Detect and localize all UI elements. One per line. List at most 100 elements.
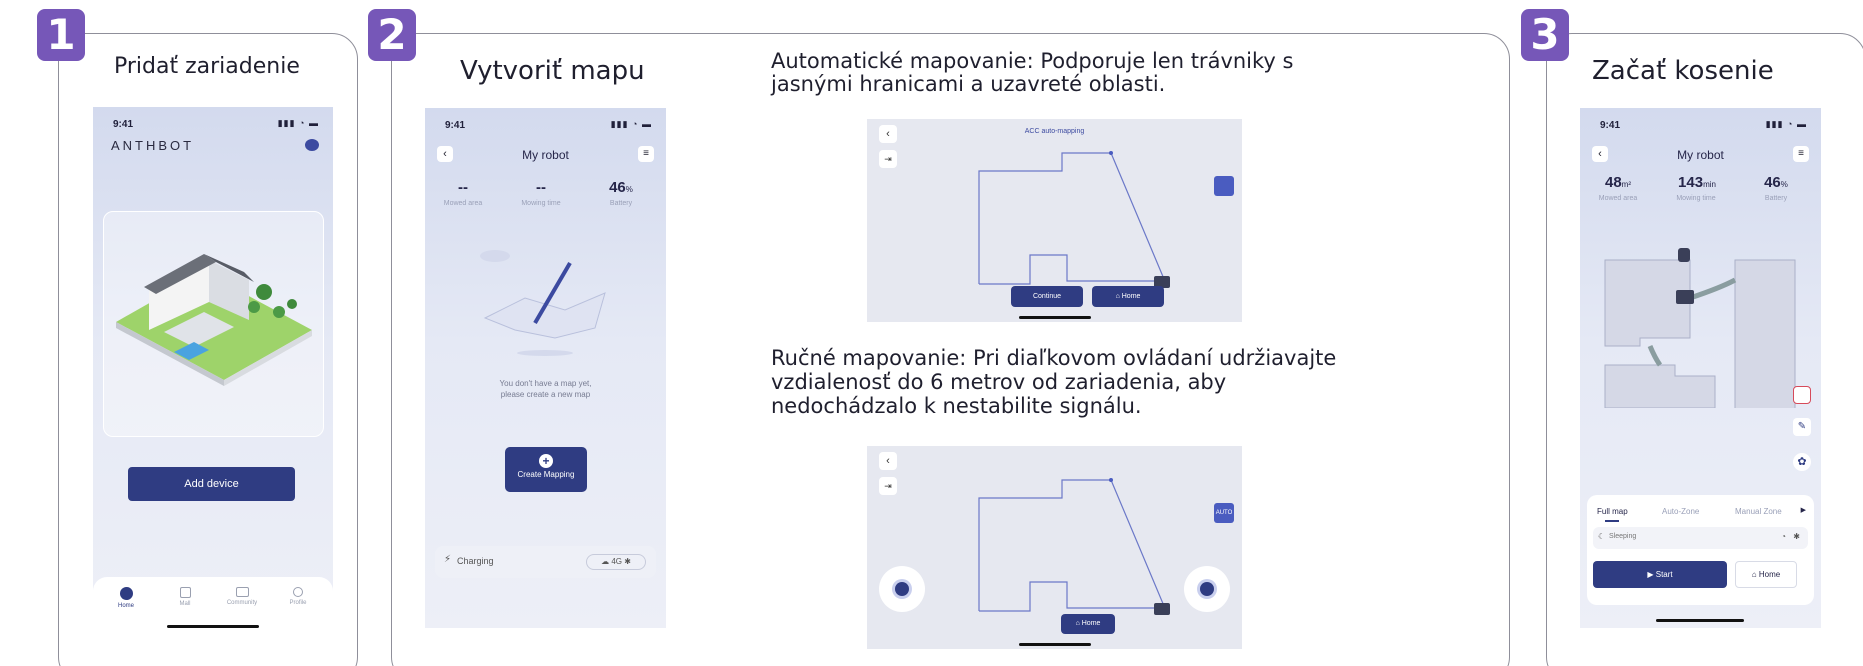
continue-button[interactable]: Continue [1011, 286, 1083, 307]
step-1-title: Pridať zariadenie [114, 54, 300, 79]
home-button[interactable]: ⌂ Home [1735, 561, 1797, 588]
stat-mowing-time: -- [536, 179, 546, 196]
profile-icon [293, 587, 303, 597]
step-2-badge: 2 [368, 9, 416, 61]
status-time: 9:41 [113, 119, 134, 130]
bolt-icon: ⚡ [444, 554, 452, 565]
manual-mapping-text-3: nedochádzalo k nestabilite signálu. [771, 394, 1142, 418]
bottom-tab-bar: Home Mall Community Profile [93, 577, 333, 630]
phone-add-device: 9:41 ▮▮▮ ◔ ▬ ANTHBOT Add device Home Mal [93, 107, 333, 630]
menu-icon[interactable]: ≡ [638, 146, 654, 162]
tab-label: Mall [179, 601, 191, 607]
home-indicator [1019, 316, 1091, 319]
auto-mapping-text-1: Automatické mapovanie: Podporuje len trá… [771, 49, 1294, 73]
stat-battery: 46% [609, 179, 633, 196]
home-button[interactable]: ⌂ Home [1061, 614, 1115, 634]
stat-mowing-time-label: Mowing time [1676, 195, 1716, 202]
home-indicator [167, 625, 259, 628]
chat-icon[interactable] [305, 139, 319, 151]
tab-underline [1605, 520, 1619, 522]
bluetooth-icon: ✱ [624, 557, 631, 566]
home-indicator [1656, 619, 1744, 622]
stat-mowing-time: 143min [1678, 174, 1716, 191]
bag-icon [179, 587, 191, 598]
status-icons: ▮▮▮ ◔ ▬ [277, 118, 319, 128]
empty-map-illustration [480, 250, 606, 356]
moon-icon: ☾ [1598, 532, 1606, 541]
step-2-title: Vytvoriť mapu [460, 56, 645, 86]
house-illustration [116, 254, 312, 386]
stat-mowed-area-label: Mowed area [443, 200, 483, 207]
status-time: 9:41 [1600, 120, 1621, 131]
manual-mapping-text-1: Ručné mapovanie: Pri diaľkovom ovládaní … [771, 346, 1337, 370]
manual-boundary-path [978, 478, 1170, 615]
status-time: 9:41 [445, 120, 466, 131]
tab-label: Community [226, 600, 258, 606]
empty-map-text-1: You don't have a map yet, [499, 379, 592, 388]
cloud-icon: ☁ [601, 557, 610, 566]
manual-mapping-text-2: vzdialenosť do 6 metrov od zariadenia, a… [771, 370, 1227, 394]
tab-home[interactable]: Home [111, 587, 141, 609]
charging-status: Charging [457, 556, 494, 566]
stat-mowed-area-label: Mowed area [1598, 195, 1638, 202]
tab-manual-zone[interactable]: Manual Zone [1735, 507, 1782, 516]
stat-battery: 46% [1764, 174, 1788, 191]
device-card [103, 211, 324, 437]
signal-pill: ☁ 4G ✱ [586, 554, 646, 570]
stat-mowed-area: 48m² [1604, 174, 1631, 191]
stat-battery-label: Battery [609, 200, 633, 207]
chevron-right-icon[interactable]: ▶ [1801, 506, 1806, 514]
add-device-button[interactable]: Add device [128, 467, 295, 501]
start-button[interactable]: ▶ Start [1593, 561, 1727, 588]
tab-auto-zone[interactable]: Auto-Zone [1662, 507, 1699, 516]
joystick-knob [895, 582, 909, 596]
empty-map-text-2: please create a new map [500, 390, 591, 399]
create-mapping-button[interactable]: + Create Mapping [505, 447, 587, 492]
auto-mapping-screenshot: ‹ ⇥ ACC auto-mapping Continue ⌂ Home [867, 119, 1242, 322]
phone-create-map: 9:41 ▮▮▮ ◔ ▬ ‹ My robot ≡ -- Mowed area … [425, 108, 666, 628]
stat-battery-label: Battery [1764, 195, 1788, 202]
tab-mall[interactable]: Mall [170, 587, 200, 607]
tab-label: Home [117, 603, 134, 609]
community-icon [235, 587, 249, 597]
phone-start-mowing: 9:41 ▮▮▮ ◔ ▬ ‹ My robot ≡ 48m² Mowed are… [1580, 108, 1821, 628]
tab-profile[interactable]: Profile [283, 587, 313, 606]
home-button[interactable]: ⌂ Home [1092, 286, 1164, 307]
edit-map-icon[interactable]: ✎ [1793, 418, 1811, 436]
page-title: My robot [522, 148, 569, 162]
settings-icon[interactable]: ✿ [1793, 453, 1811, 471]
signal-label: 4G [611, 557, 622, 566]
status-text: Sleeping [1609, 533, 1637, 540]
home-icon: ⌂ [1751, 570, 1757, 579]
step-3-title: Začať kosenie [1592, 56, 1774, 86]
home-indicator [1019, 643, 1091, 646]
step-3-badge: 3 [1521, 9, 1569, 61]
home-icon [119, 587, 133, 600]
stat-mowed-area: -- [458, 179, 468, 196]
joystick-knob [1200, 582, 1214, 596]
status-icons: ▮▮▮ ◔ ▬ [1765, 119, 1807, 129]
page-title: My robot [1677, 148, 1724, 162]
anthbot-logo: ANTHBOT [111, 138, 195, 153]
control-sheet: Full map Auto-Zone Manual Zone ▶ ☾ Sleep… [1587, 495, 1814, 605]
scheduled-icon[interactable] [1793, 386, 1811, 404]
play-icon: ▶ [1647, 570, 1654, 579]
tab-label: Profile [289, 600, 307, 606]
lawn-map [1604, 248, 1796, 408]
status-row: ☾ Sleeping ◔ ✱ [1593, 527, 1808, 549]
tab-community[interactable]: Community [219, 587, 265, 606]
bluetooth-icon: ✱ [1793, 532, 1800, 541]
tab-full-map[interactable]: Full map [1597, 507, 1628, 516]
menu-icon[interactable]: ≡ [1793, 146, 1809, 162]
joystick-left[interactable] [879, 566, 925, 612]
create-mapping-label: Create Mapping [517, 470, 575, 479]
stat-mowing-time-label: Mowing time [521, 200, 561, 207]
charging-bar: ⚡ Charging ☁ 4G ✱ [435, 546, 656, 578]
manual-mapping-screenshot: ‹ ⇥ AUTO ⌂ Home [867, 446, 1242, 649]
step-1-badge: 1 [37, 9, 85, 61]
status-icons: ▮▮▮ ◔ ▬ [610, 119, 652, 129]
auto-mapping-text-2: jasnými hranicami a uzavreté oblasti. [771, 72, 1166, 96]
wifi-icon: ◔ [1781, 532, 1786, 541]
plus-icon: + [539, 454, 553, 468]
joystick-right[interactable] [1184, 566, 1230, 612]
